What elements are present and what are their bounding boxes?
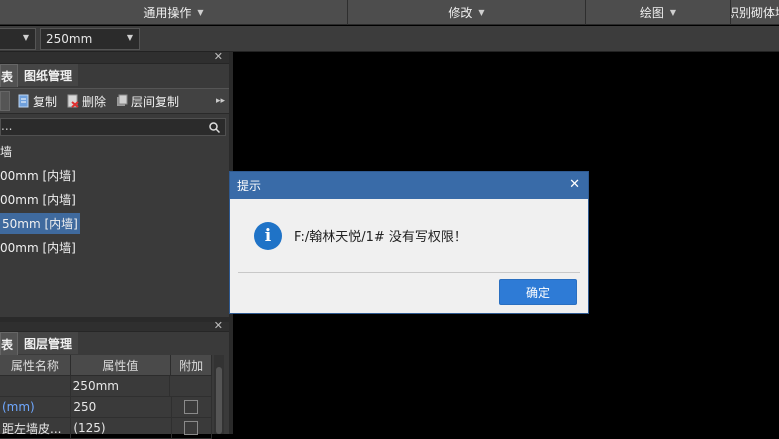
tab-label: 表 [1,69,14,84]
panel-header: ✕ [0,319,229,332]
dropdown-handle[interactable] [0,91,10,111]
column-header: 附加 [171,355,213,375]
chevron-down-icon: ▼ [22,33,29,42]
property-grid-header: 属性名称 属性值 附加 [0,355,213,376]
combo-value: 250mm [46,32,93,46]
copy-button[interactable]: 复制 [18,93,57,110]
table-row[interactable]: 距左墙皮... (125) [0,418,212,439]
dialog-titlebar[interactable]: 提示 [230,172,588,199]
dialog-title: 提示 [237,179,262,193]
scrollbar[interactable] [214,355,224,434]
panel-header: ✕ [0,50,229,64]
tree-item-label: 00mm [内墙] [0,240,76,255]
menu-draw[interactable]: 绘图 ▼ [586,0,731,25]
column-header: 属性值 [71,355,172,375]
delete-button[interactable]: 删除 [67,93,106,110]
table-row[interactable]: 250mm [0,376,213,397]
close-icon[interactable]: ✕ [214,50,223,63]
chevron-down-icon: ▼ [126,33,133,42]
property-grid: 属性名称 属性值 附加 250mm (mm) 250 距左墙皮... (125) [0,355,213,439]
close-icon[interactable]: ✕ [569,177,580,192]
floor-copy-label: 层间复制 [131,94,180,109]
copy-label: 复制 [33,94,58,109]
tab-label: 图层管理 [24,336,73,351]
chevron-down-icon: ▼ [669,8,677,17]
ok-button[interactable]: 确定 [499,279,577,305]
floor-copy-icon [117,94,128,106]
property-value[interactable]: 250mm [71,376,171,396]
tree-item-label: 50mm [内墙] [0,212,80,234]
menu-recognize-wall[interactable]: 识别砌体墙 [731,0,779,25]
tab-component-list[interactable]: 表 [0,64,19,87]
search-icon[interactable] [209,122,220,133]
property-value[interactable]: (125) [71,418,172,438]
property-tabs: 表 图层管理 [0,332,229,355]
column-header: 属性名称 [0,355,71,375]
component-search-input[interactable]: ... [0,118,226,136]
tree-item[interactable]: 00mm [内墙] [0,163,226,187]
left-panel: ✕ 表 图纸管理 复制 删除 层间复制 ▸▸ ... 墙 00mm [内墙] 0… [0,50,229,439]
menu-label: 通用操作 [143,6,192,20]
tab-layer-manage[interactable]: 图层管理 [18,332,79,354]
tab-property-list[interactable]: 表 [0,332,19,355]
property-name: (mm) [0,397,72,417]
checkbox[interactable] [184,421,199,435]
extra-cell [170,376,213,396]
tree-item-selected[interactable]: 50mm [内墙] [0,211,226,235]
tree-item-label: 00mm [内墙] [0,168,76,183]
tab-label: 图纸管理 [24,68,73,83]
delete-label: 删除 [82,94,107,109]
dialog-message: F:/翰林天悦/1# 没有写权限！ [294,230,467,245]
menu-modify[interactable]: 修改 ▼ [348,0,586,25]
tree-item[interactable]: 00mm [内墙] [0,187,226,211]
delete-icon [67,94,79,108]
component-tree: 墙 00mm [内墙] 00mm [内墙] 50mm [内墙] 00mm [内墙… [0,139,226,317]
chevron-down-icon: ▼ [197,8,204,17]
type-combo[interactable]: ▼ [0,28,36,50]
scrollbar-thumb[interactable] [216,367,222,434]
table-row[interactable]: (mm) 250 [0,397,212,418]
tab-label: 表 [1,337,14,352]
menu-label: 绘图 [639,6,664,20]
property-toolbar: ▼ 250mm ▼ [0,26,779,52]
tree-item-label: 墙 [0,144,13,159]
tree-item[interactable]: 墙 [0,139,226,163]
floor-copy-button[interactable]: 层间复制 [116,93,179,110]
component-toolbar: 复制 删除 层间复制 ▸▸ [0,88,229,114]
tree-item[interactable]: 00mm [内墙] [0,235,226,259]
menu-general-ops[interactable]: 通用操作 ▼ [0,0,348,25]
copy-icon [18,94,29,108]
property-value[interactable]: 250 [71,397,172,417]
property-name [0,376,71,396]
close-icon[interactable]: ✕ [214,319,223,332]
tab-drawing-manage[interactable]: 图纸管理 [18,64,79,86]
prompt-dialog: 提示 ✕ i F:/翰林天悦/1# 没有写权限！ 确定 [229,171,589,314]
info-icon: i [254,222,282,250]
extra-cell [172,418,212,438]
chevron-down-icon: ▼ [478,8,485,17]
search-text: ... [1,119,13,133]
menu-label: 识别砌体墙 [731,6,779,20]
component-tabs: 表 图纸管理 [0,64,229,87]
tree-item-label: 00mm [内墙] [0,192,76,207]
extra-cell [172,397,212,417]
property-name: 距左墙皮... [0,418,72,438]
menu-label: 修改 [448,6,473,20]
dialog-separator [238,272,580,273]
thickness-combo[interactable]: 250mm ▼ [40,28,140,50]
more-icon[interactable]: ▸▸ [216,96,225,106]
checkbox[interactable] [184,400,199,414]
menu-bar: 通用操作 ▼ 修改 ▼ 绘图 ▼ 识别砌体墙 [0,0,779,25]
